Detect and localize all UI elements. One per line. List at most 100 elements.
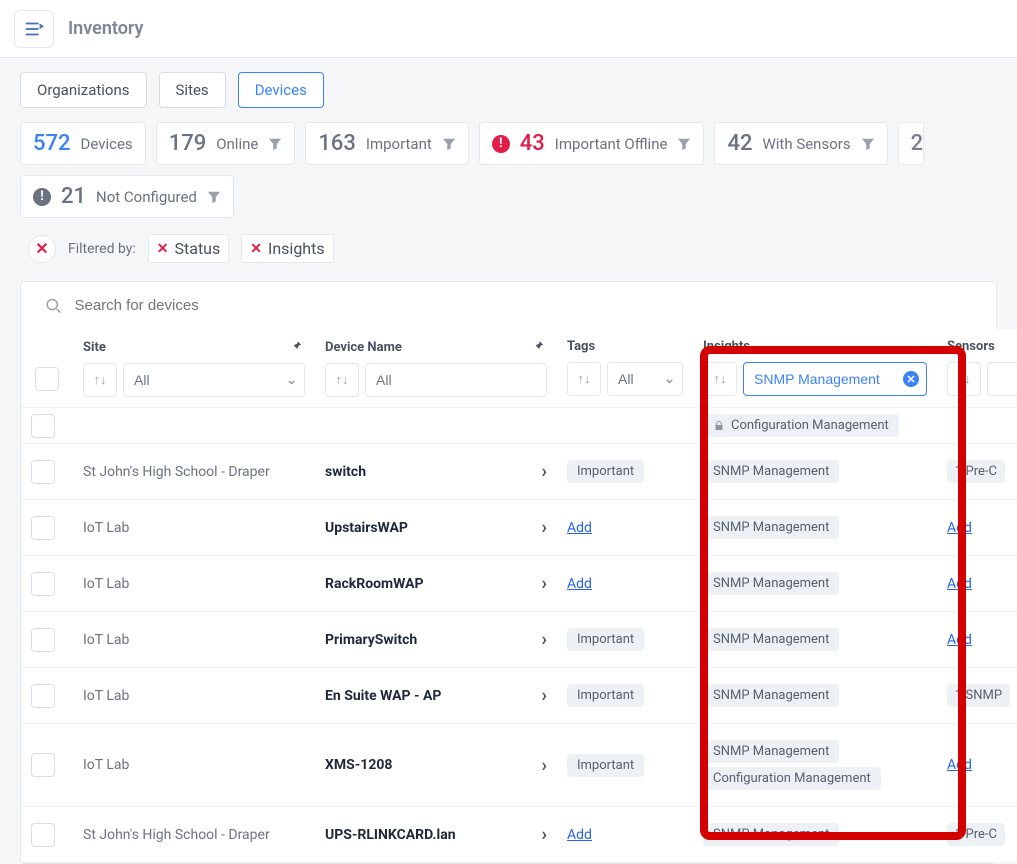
insight-pill[interactable]: SNMP Management — [703, 572, 839, 595]
tag-pill[interactable]: Important — [567, 754, 644, 777]
menu-toggle-button[interactable] — [14, 10, 54, 48]
chevron-right-icon[interactable]: › — [542, 824, 547, 845]
table-row: St John's High School - Draper UPS-RLINKC… — [21, 807, 1017, 863]
stat-label: Not Configured — [96, 188, 197, 206]
insight-pill[interactable]: SNMP Management — [703, 516, 839, 539]
row-checkbox[interactable] — [31, 572, 55, 596]
tab-devices[interactable]: Devices — [238, 72, 324, 108]
device-filter-input[interactable] — [365, 363, 547, 397]
add-sensor-link[interactable]: Add — [947, 520, 972, 536]
insight-pill[interactable]: SNMP Management — [703, 740, 839, 763]
sensors-filter-select[interactable] — [987, 362, 1017, 396]
device-table: Site ↑↓ All ⌄ — [20, 281, 997, 864]
insight-label: SNMP Management — [713, 827, 829, 842]
tag-pill[interactable]: Important — [567, 684, 644, 707]
stat-card-important-offline[interactable]: ! 43 Important Offline — [479, 122, 705, 165]
select-all-checkbox[interactable] — [35, 367, 59, 391]
tags-filter-select[interactable]: All — [607, 362, 683, 396]
site-cell[interactable]: IoT Lab — [83, 576, 129, 592]
site-cell[interactable]: IoT Lab — [83, 688, 129, 704]
stat-card-overflow[interactable]: 2 — [898, 122, 925, 165]
filter-icon — [861, 137, 875, 151]
clear-all-filters-button[interactable]: ✕ — [28, 235, 56, 263]
insights-filter-select[interactable] — [743, 362, 927, 396]
chevron-right-icon[interactable]: › — [542, 461, 547, 482]
stat-card-devices[interactable]: 572 Devices — [20, 122, 146, 165]
row-checkbox[interactable] — [31, 516, 55, 540]
sensor-pill[interactable]: 1 SNMP — [947, 684, 1010, 707]
add-sensor-link[interactable]: Add — [947, 576, 972, 592]
stat-card-important[interactable]: 163 Important — [305, 122, 468, 165]
filter-chip-label: Insights — [268, 239, 325, 258]
insight-label: SNMP Management — [713, 520, 829, 535]
add-tag-link[interactable]: Add — [567, 576, 592, 592]
stat-label: With Sensors — [762, 135, 850, 153]
filter-chip-insights[interactable]: ✕ Insights — [241, 234, 333, 263]
chevron-right-icon[interactable]: › — [542, 573, 547, 594]
search-icon — [45, 297, 62, 315]
device-cell[interactable]: UpstairsWAP› — [325, 517, 547, 538]
insight-pill[interactable]: SNMP Management — [703, 823, 839, 846]
sort-insights-button[interactable]: ↑↓ — [703, 362, 737, 396]
header: Inventory — [0, 0, 1017, 58]
stat-card-not-configured[interactable]: ! 21 Not Configured — [20, 175, 234, 218]
sort-tags-button[interactable]: ↑↓ — [567, 362, 601, 396]
row-checkbox[interactable] — [31, 414, 55, 438]
site-filter-select[interactable]: All — [123, 363, 305, 397]
add-tag-link[interactable]: Add — [567, 827, 592, 843]
filter-chip-status[interactable]: ✕ Status — [148, 234, 229, 263]
site-cell[interactable]: St John's High School - Draper — [83, 464, 270, 480]
device-cell[interactable]: switch › — [325, 461, 547, 482]
tag-pill[interactable]: Important — [567, 628, 644, 651]
device-cell[interactable]: En Suite WAP - AP› — [325, 685, 547, 706]
table-row: IoT Lab RackRoomWAP› Add SNMP Management Add — [21, 556, 1017, 612]
device-cell[interactable]: XMS-1208› — [325, 755, 547, 776]
device-cell[interactable]: RackRoomWAP› — [325, 573, 547, 594]
sort-device-button[interactable]: ↑↓ — [325, 363, 359, 397]
add-sensor-link[interactable]: Add — [947, 757, 972, 773]
insight-pill[interactable]: SNMP Management — [703, 460, 839, 483]
site-cell[interactable]: St John's High School - Draper — [83, 827, 270, 843]
device-name-label: switch — [325, 464, 366, 480]
chevron-right-icon[interactable]: › — [542, 755, 547, 776]
site-cell[interactable]: IoT Lab — [83, 632, 129, 648]
alert-icon: ! — [492, 135, 510, 153]
pin-icon[interactable] — [531, 339, 547, 355]
sensor-pill[interactable]: 1 Pre-C — [947, 823, 1005, 846]
insight-pill[interactable]: Configuration Management — [703, 767, 881, 790]
stat-card-with-sensors[interactable]: 42 With Sensors — [714, 122, 887, 165]
table-row: IoT Lab XMS-1208› Important SNMP Management… — [21, 724, 1017, 807]
tag-pill[interactable]: Important — [567, 460, 644, 483]
row-checkbox[interactable] — [31, 628, 55, 652]
subtabs: Organizations Sites Devices — [0, 58, 1017, 108]
insight-pill[interactable]: SNMP Management — [703, 628, 839, 651]
insight-label: SNMP Management — [713, 632, 829, 647]
filter-chip-label: Status — [175, 239, 221, 258]
site-cell[interactable]: IoT Lab — [83, 757, 129, 773]
tab-sites[interactable]: Sites — [159, 72, 226, 108]
insight-pill[interactable]: Configuration Management — [703, 414, 899, 437]
site-cell[interactable]: IoT Lab — [83, 520, 129, 536]
pin-icon[interactable] — [289, 339, 305, 355]
filter-icon — [677, 137, 691, 151]
sort-site-button[interactable]: ↑↓ — [83, 363, 117, 397]
column-header-tags: Tags — [567, 339, 595, 354]
row-checkbox[interactable] — [31, 823, 55, 847]
row-checkbox[interactable] — [31, 460, 55, 484]
tab-organizations[interactable]: Organizations — [20, 72, 147, 108]
device-cell[interactable]: UPS-RLINKCARD.lan› — [325, 824, 547, 845]
search-input[interactable] — [72, 296, 972, 315]
row-checkbox[interactable] — [31, 753, 55, 777]
stat-card-online[interactable]: 179 Online — [156, 122, 296, 165]
chevron-right-icon[interactable]: › — [542, 629, 547, 650]
insight-pill[interactable]: SNMP Management — [703, 684, 839, 707]
device-cell[interactable]: PrimarySwitch› — [325, 629, 547, 650]
sort-sensors-button[interactable]: ↑↓ — [947, 362, 981, 396]
sensor-pill[interactable]: 1 Pre-C — [947, 460, 1005, 483]
row-checkbox[interactable] — [31, 684, 55, 708]
chevron-right-icon[interactable]: › — [542, 517, 547, 538]
chevron-right-icon[interactable]: › — [542, 685, 547, 706]
add-tag-link[interactable]: Add — [567, 520, 592, 536]
clear-insights-filter-button[interactable]: ✕ — [903, 371, 919, 387]
add-sensor-link[interactable]: Add — [947, 632, 972, 648]
